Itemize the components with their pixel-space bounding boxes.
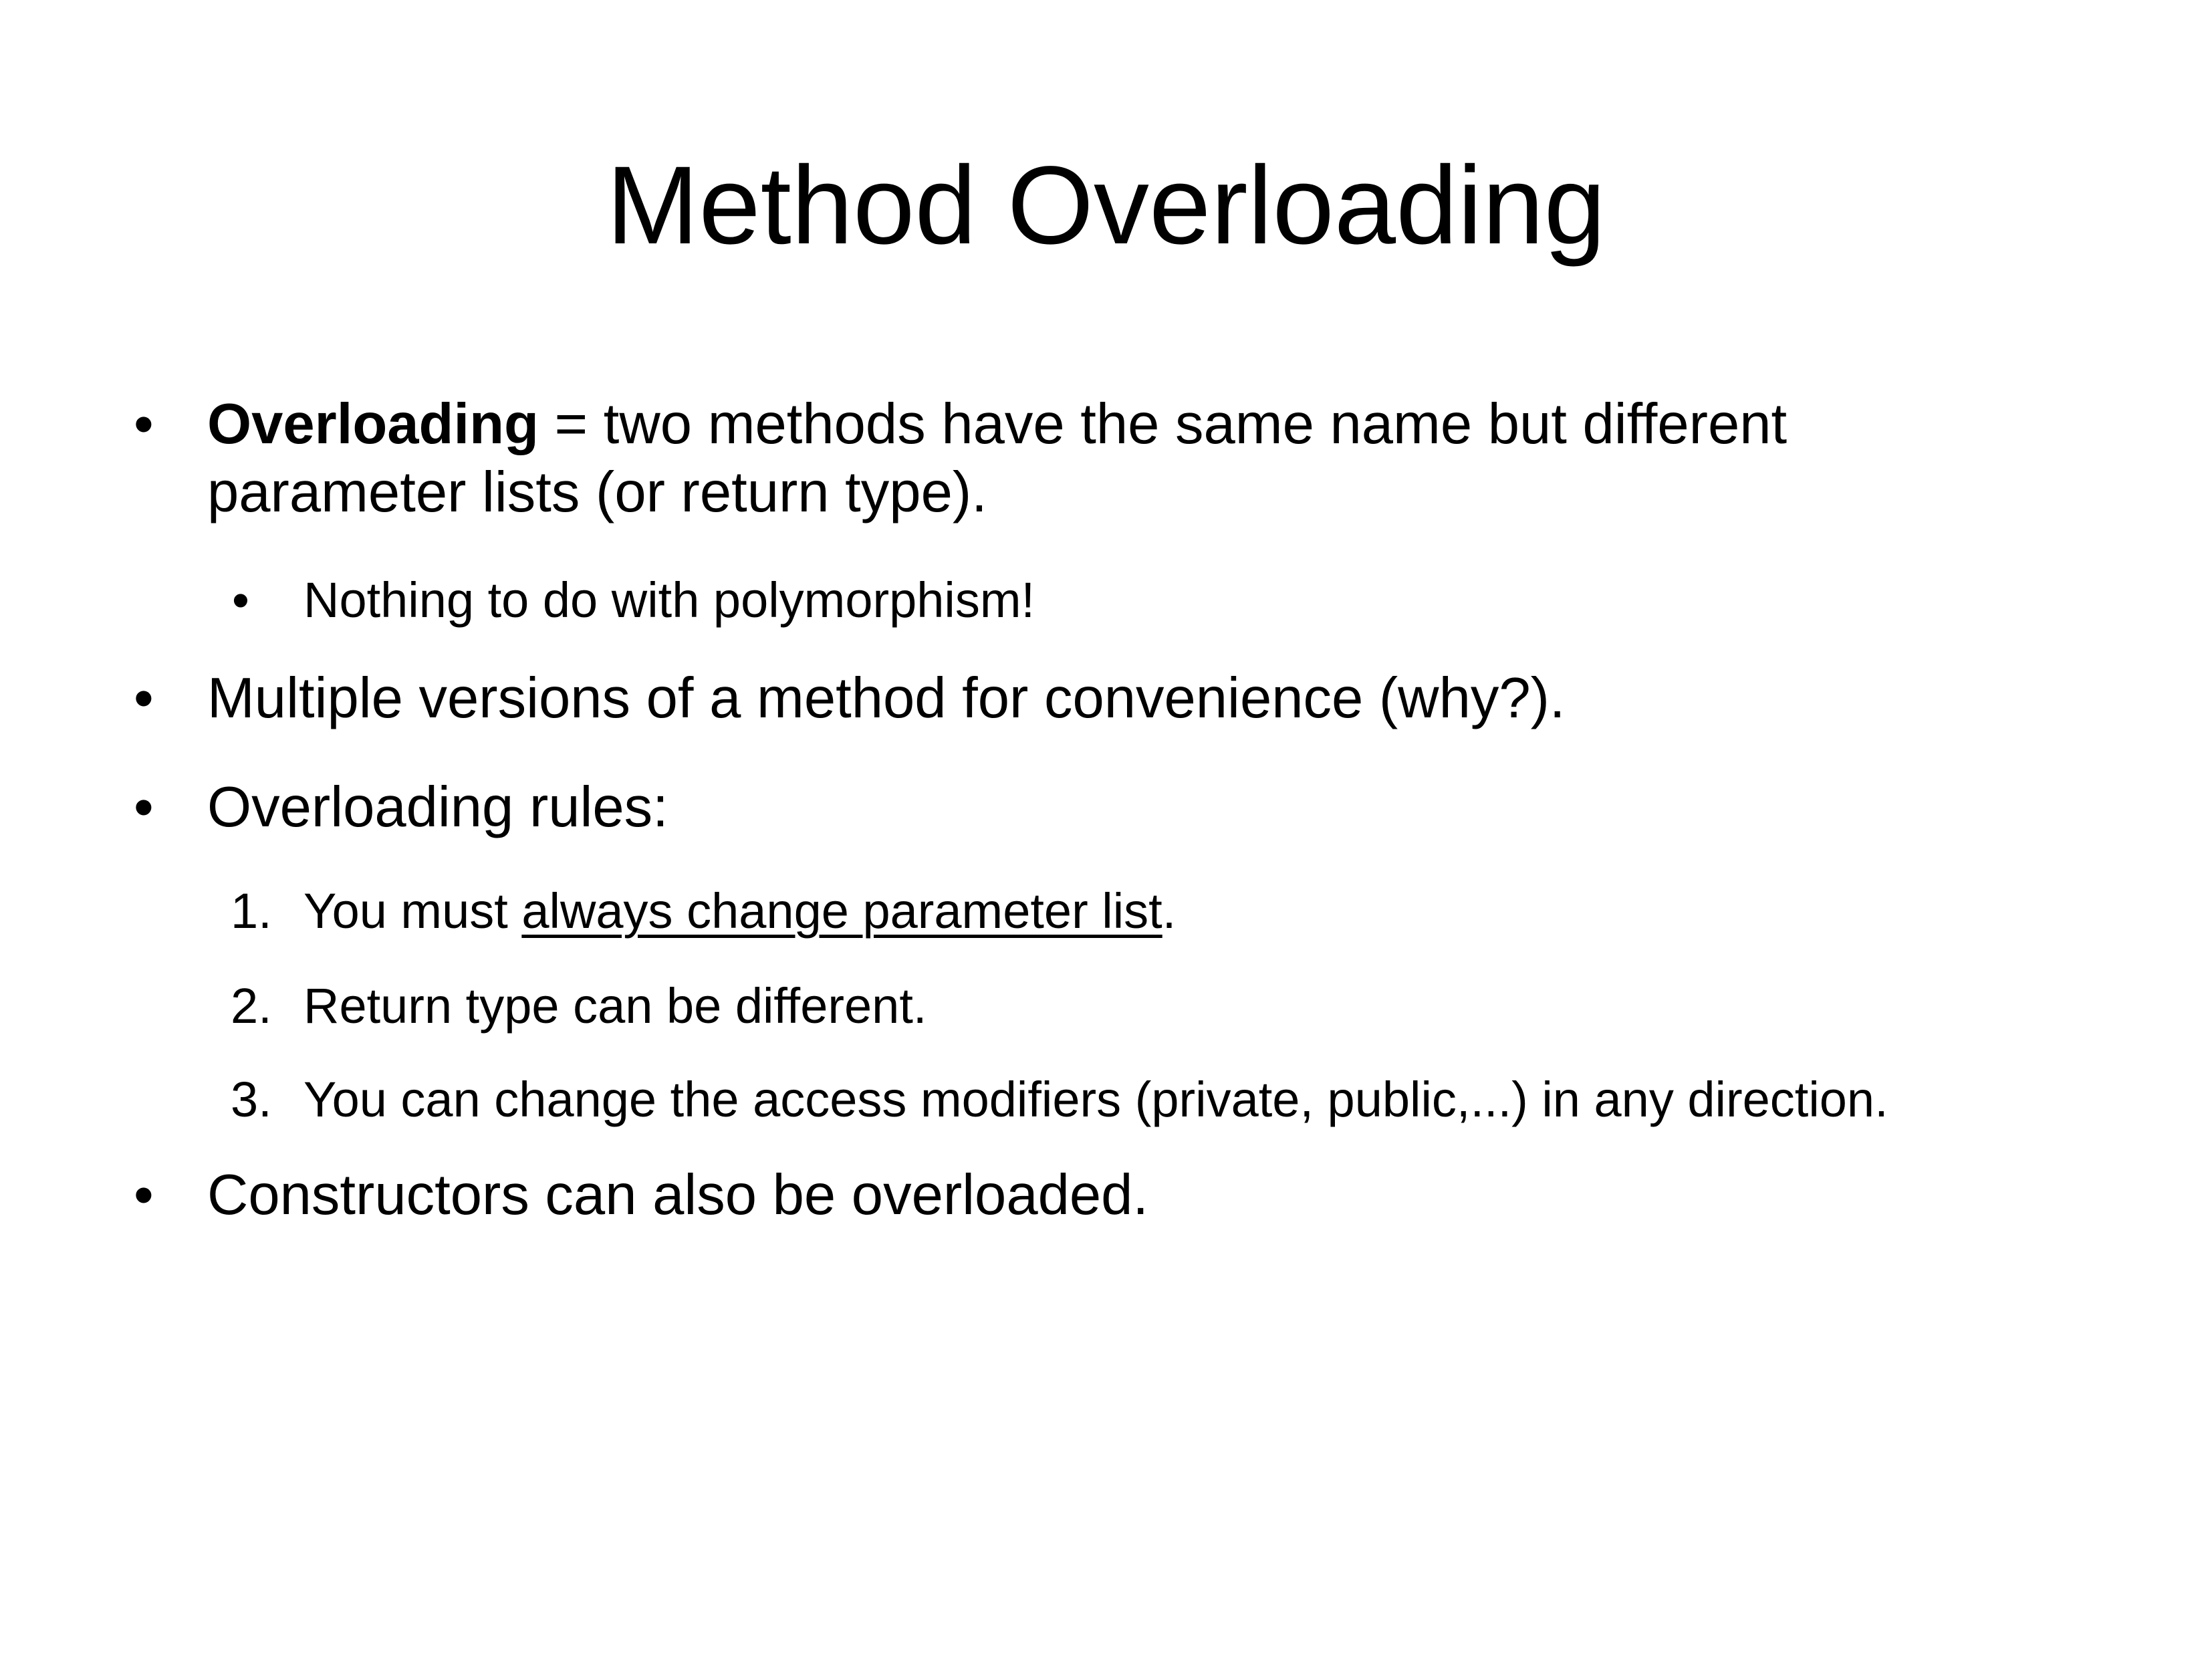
item-number: 2. [231,978,272,1034]
bullet-marker: • [134,1163,154,1227]
numbered-text: You must always change parameter list. [303,881,1176,941]
numbered-item-1: 1. You must always change parameter list… [0,881,2212,941]
sub-bullet-text: Nothing to do with polymorphism! [303,572,1035,628]
bullet-item-constructors: • Constructors can also be overloaded. [0,1162,2212,1229]
item-number: 1. [231,883,272,939]
numbered-text: You can change the access modifiers (pri… [303,1072,1888,1127]
rule-emphasis: always change parameter list [521,883,1162,939]
item-number: 3. [231,1072,272,1127]
bullet-item-overloading: • Overloading = two methods have the sam… [0,391,2212,531]
numbered-item-2: 2. Return type can be different. [0,976,2212,1036]
definition-line-2: parameter lists (or return type). [207,461,987,524]
definition-line-1: = two methods have the same name but dif… [538,392,1788,456]
rule-suffix: . [1162,883,1177,939]
bullet-text: Overloading = two methods have the same … [207,391,1787,458]
bullet-marker: • [134,776,154,839]
numbered-text: Return type can be different. [303,978,927,1034]
bullet-marker: • [134,392,154,456]
sub-bullet-marker: • [232,572,249,628]
slide: Method Overloading • Overloading = two m… [0,0,2212,1658]
bullet-marker: • [134,667,154,730]
bullet-item-overloading-rules: • Overloading rules: [0,774,2212,841]
bullet-text: Overloading rules: [207,776,668,839]
slide-title: Method Overloading [606,144,1606,267]
sub-bullet-item-polymorphism: • Nothing to do with polymorphism! [0,570,2212,630]
term-overloading: Overloading [207,392,539,456]
bullet-text: Constructors can also be overloaded. [207,1163,1149,1227]
bullet-text: Multiple versions of a method for conven… [207,667,1566,730]
rule-prefix: You must [303,883,522,939]
numbered-item-3: 3. You can change the access modifiers (… [0,1070,2212,1130]
bullet-item-multiple-versions: • Multiple versions of a method for conv… [0,665,2212,732]
